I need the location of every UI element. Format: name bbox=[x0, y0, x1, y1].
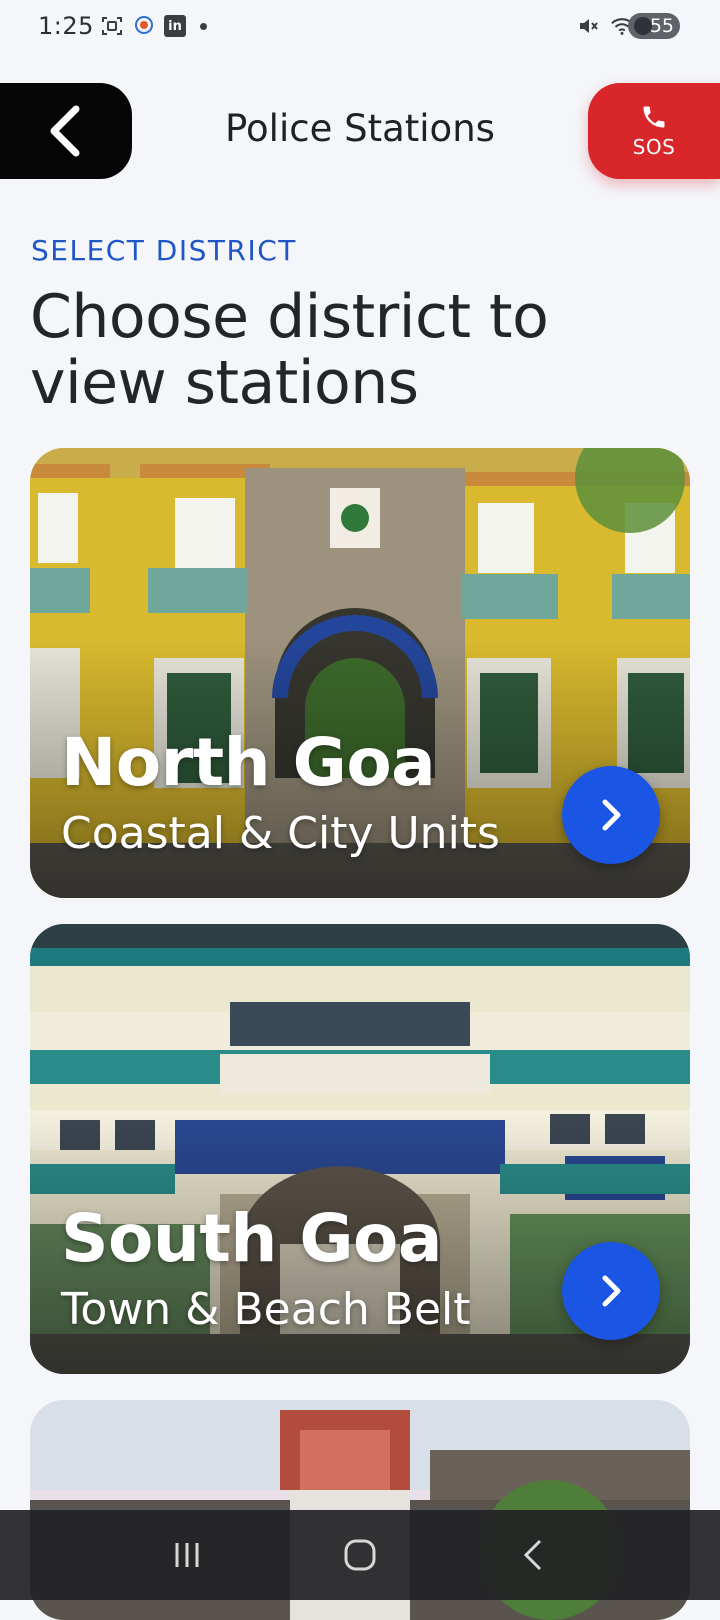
district-card-south-goa[interactable]: South Goa Town & Beach Belt bbox=[30, 924, 690, 1374]
system-back-button[interactable] bbox=[503, 1525, 563, 1585]
section-eyebrow: SELECT DISTRICT bbox=[31, 234, 297, 267]
open-district-button[interactable] bbox=[562, 766, 660, 864]
sos-button[interactable]: SOS bbox=[588, 83, 720, 179]
battery-bolt-icon bbox=[634, 17, 652, 35]
mute-icon bbox=[576, 14, 600, 38]
recent-apps-icon bbox=[175, 1543, 199, 1567]
district-card-north-goa[interactable]: North Goa Coastal & City Units bbox=[30, 448, 690, 898]
app-notification-icon bbox=[132, 14, 156, 38]
district-name: North Goa bbox=[61, 724, 436, 801]
chevron-right-icon bbox=[602, 799, 621, 831]
system-nav-bar bbox=[0, 1510, 720, 1600]
home-button[interactable] bbox=[330, 1525, 390, 1585]
status-icons-left: in bbox=[100, 14, 207, 38]
dot-icon bbox=[200, 22, 207, 30]
sos-label: SOS bbox=[632, 135, 676, 159]
district-name: South Goa bbox=[61, 1200, 442, 1277]
phone-icon bbox=[643, 106, 665, 128]
status-time: 1:25 bbox=[38, 12, 94, 40]
battery-level: 55 bbox=[649, 15, 674, 37]
battery-icon: 55 bbox=[628, 13, 680, 39]
home-icon bbox=[344, 1539, 376, 1571]
district-subtitle: Town & Beach Belt bbox=[61, 1284, 471, 1335]
section-headline: Choose district to view stations bbox=[30, 282, 549, 418]
status-bar: 1:25 in 55 bbox=[0, 0, 720, 54]
district-subtitle: Coastal & City Units bbox=[61, 808, 500, 859]
open-district-button[interactable] bbox=[562, 1242, 660, 1340]
chevron-left-icon bbox=[524, 1539, 542, 1571]
linkedin-icon: in bbox=[164, 15, 186, 37]
screenshot-icon bbox=[100, 14, 124, 38]
recent-apps-button[interactable] bbox=[157, 1525, 217, 1585]
chevron-right-icon bbox=[602, 1275, 621, 1307]
